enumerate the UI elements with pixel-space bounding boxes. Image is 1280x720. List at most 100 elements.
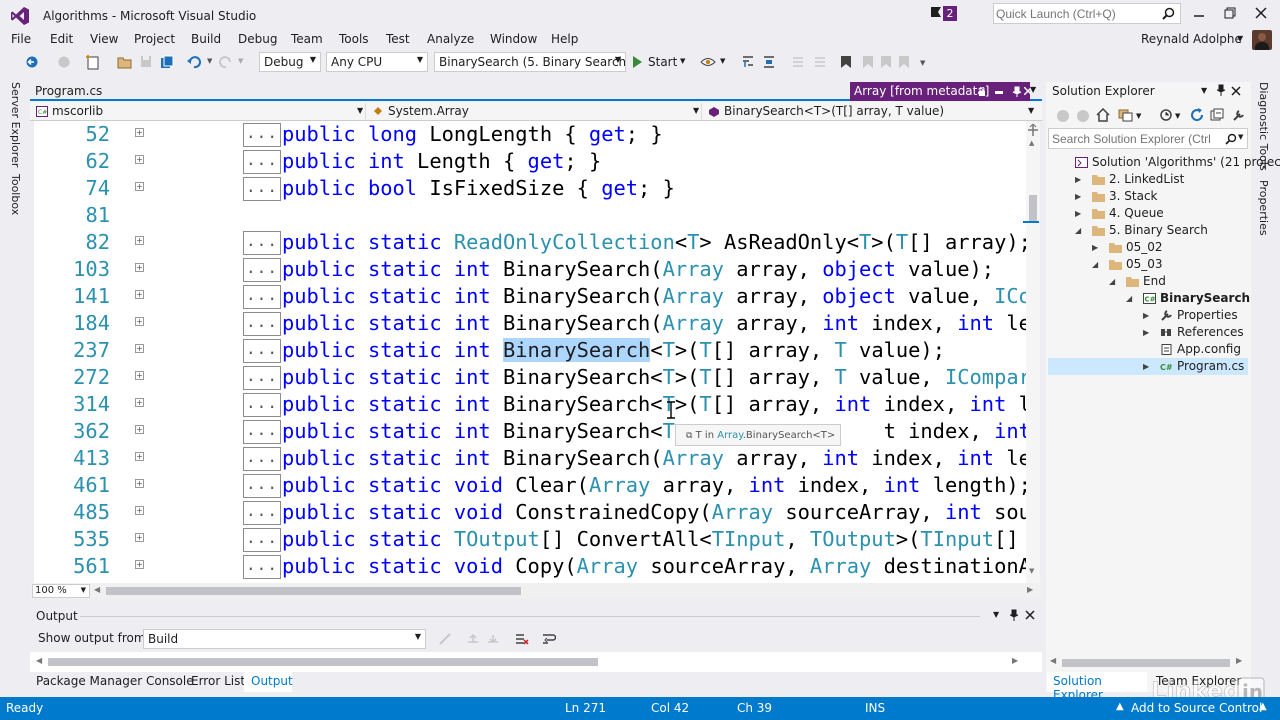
collapsed-region-box[interactable]: ... [243, 258, 281, 282]
word-wrap-icon[interactable] [542, 632, 556, 646]
undo-dropdown-icon[interactable]: ▼ [207, 57, 212, 65]
next-bookmark-icon[interactable] [880, 55, 892, 69]
se-search-box[interactable]: ▼ [1048, 128, 1248, 149]
home-icon[interactable] [1096, 108, 1110, 122]
menu-debug[interactable]: Debug [238, 32, 277, 46]
se-forward-icon[interactable] [1076, 109, 1090, 123]
outline-expand-icon[interactable]: + [135, 182, 144, 191]
expand-arrow-icon[interactable]: ▶ [1075, 188, 1081, 205]
output-scroll-left-icon[interactable]: ◀ [36, 656, 42, 665]
navigate-forward-icon[interactable] [57, 56, 71, 68]
scroll-right-icon[interactable]: ▶ [1027, 585, 1033, 594]
collapsed-region-box[interactable]: ... [243, 528, 281, 552]
code-editor[interactable]: 52 +... public long LongLength { get; } 62 +… [34, 121, 1040, 583]
menu-help[interactable]: Help [551, 32, 578, 46]
menu-edit[interactable]: Edit [50, 32, 73, 46]
user-chevron-down-icon[interactable]: ▼ [1237, 34, 1243, 43]
outline-expand-icon[interactable]: + [135, 128, 144, 137]
outline-expand-icon[interactable]: + [135, 317, 144, 326]
code-line[interactable]: 62 +... public int Length { get; } [34, 148, 1040, 175]
avatar[interactable] [1252, 30, 1272, 50]
type-dropdown[interactable]: System.Array ▼ [370, 103, 702, 120]
expand-arrow-icon[interactable]: ▶ [1143, 358, 1149, 375]
next-message-icon[interactable] [486, 632, 500, 646]
new-project-icon[interactable] [86, 54, 100, 70]
uncomment-icon[interactable] [813, 55, 827, 69]
menu-view[interactable]: View [90, 32, 118, 46]
panel-options-icon[interactable]: ▼ [1201, 86, 1207, 95]
comment-out-icon[interactable] [791, 55, 805, 69]
tab-error-list[interactable]: Error List [191, 674, 245, 688]
collapsed-region-box[interactable]: ... [243, 420, 281, 444]
collapsed-region-box[interactable]: ... [243, 123, 281, 147]
collapsed-region-box[interactable]: ... [243, 447, 281, 471]
code-line[interactable]: 103 +... public static int BinarySearch(Ar… [34, 256, 1040, 283]
code-line[interactable]: 52 +... public long LongLength { get; } [34, 121, 1040, 148]
diagnostic-tools-tab[interactable]: Diagnostic Tools [1257, 82, 1270, 171]
outline-expand-icon[interactable]: + [135, 371, 144, 380]
collapsed-region-box[interactable]: ... [243, 177, 281, 201]
tree-item[interactable]: ▶ 05_02 [1048, 239, 1248, 256]
previous-bookmark-icon[interactable] [862, 55, 874, 69]
menu-build[interactable]: Build [191, 32, 221, 46]
toolbar-overflow-icon[interactable]: ▼ [920, 59, 925, 67]
refresh-icon[interactable] [1190, 108, 1204, 122]
se-search-input[interactable] [1052, 131, 1222, 146]
add-to-source-control[interactable]: Add to Source Control [1131, 701, 1262, 715]
se-scroll-left-icon[interactable]: ◀ [1050, 656, 1056, 665]
tree-item[interactable]: Solution 'Algorithms' (21 project [1048, 154, 1280, 171]
menu-team[interactable]: Team [291, 32, 323, 46]
se-search-options-icon[interactable]: ▼ [1238, 133, 1243, 141]
code-line[interactable]: 485 +... public static void ConstrainedCop… [34, 499, 1040, 526]
tree-item[interactable]: ◢ 05_03 [1048, 256, 1248, 273]
menu-analyze[interactable]: Analyze [427, 32, 474, 46]
source-control-up-icon[interactable]: ▲ [1116, 701, 1124, 712]
restore-icon[interactable] [1224, 7, 1236, 19]
tree-item[interactable]: ◢ 5. Binary Search [1048, 222, 1248, 239]
notification-flag-icon[interactable] [930, 6, 942, 20]
tab-solution-explorer[interactable]: Solution Explorer [1047, 672, 1147, 702]
tree-item[interactable]: ▶ Properties [1048, 307, 1248, 324]
undo-icon[interactable] [187, 55, 201, 69]
tree-item[interactable]: ◢ End [1048, 273, 1248, 290]
menu-project[interactable]: Project [134, 32, 175, 46]
panel-pin-icon[interactable] [1217, 84, 1225, 96]
outline-expand-icon[interactable]: + [135, 425, 144, 434]
scroll-up-icon[interactable]: ▲ [1029, 139, 1034, 147]
panel-close-icon[interactable] [1231, 86, 1241, 96]
expand-arrow-icon[interactable]: ▶ [1143, 307, 1149, 324]
tree-item[interactable]: ◢ C# BinarySearch [1048, 290, 1250, 307]
outline-expand-icon[interactable]: + [135, 506, 144, 515]
expand-arrow-icon[interactable]: ▶ [1092, 239, 1098, 256]
code-line[interactable]: 141 +... public static int BinarySearch(Ar… [34, 283, 1040, 310]
output-options-icon[interactable]: ▼ [993, 610, 999, 619]
output-source-dropdown[interactable]: Build ▼ [143, 629, 426, 649]
code-line[interactable]: 81 [34, 202, 1040, 229]
se-back-icon[interactable] [1056, 109, 1070, 123]
code-line[interactable]: 362 +... public static int BinarySearch<T … [34, 418, 1040, 445]
scroll-left-icon[interactable]: ◀ [94, 585, 100, 594]
clear-all-icon[interactable] [515, 632, 529, 646]
expand-arrow-icon[interactable]: ▶ [1075, 171, 1081, 188]
clear-bookmarks-icon[interactable] [898, 55, 910, 69]
expand-arrow-icon[interactable]: ▶ [1143, 324, 1149, 341]
redo-icon[interactable] [219, 55, 233, 69]
outline-expand-icon[interactable]: + [135, 236, 144, 245]
quick-launch-box[interactable] [993, 3, 1181, 24]
tab-output-active[interactable]: Output [244, 672, 293, 692]
collapse-arrow-icon[interactable]: ◢ [1075, 222, 1081, 239]
output-text-area[interactable]: ◀ ▶ [30, 652, 1042, 672]
collapsed-region-box[interactable]: ... [243, 339, 281, 363]
code-line[interactable]: 82 +... public static ReadOnlyCollection<T… [34, 229, 1040, 256]
project-dropdown[interactable]: C# mscorlib ▼ [34, 103, 366, 120]
configuration-dropdown[interactable]: Debug ▼ [259, 52, 321, 72]
se-search-icon[interactable] [1225, 133, 1237, 145]
output-scroll-right-icon[interactable]: ▶ [1012, 656, 1018, 665]
tab-array-metadata[interactable]: Array [from metadata] [850, 82, 1032, 101]
tree-item[interactable]: App.config [1048, 341, 1248, 358]
vertical-scroll-thumb[interactable] [1029, 195, 1037, 221]
save-icon[interactable] [140, 55, 152, 68]
tab-overflow-icon[interactable]: ▼ [1030, 85, 1036, 94]
menu-test[interactable]: Test [386, 32, 410, 46]
menu-file[interactable]: File [11, 32, 31, 46]
